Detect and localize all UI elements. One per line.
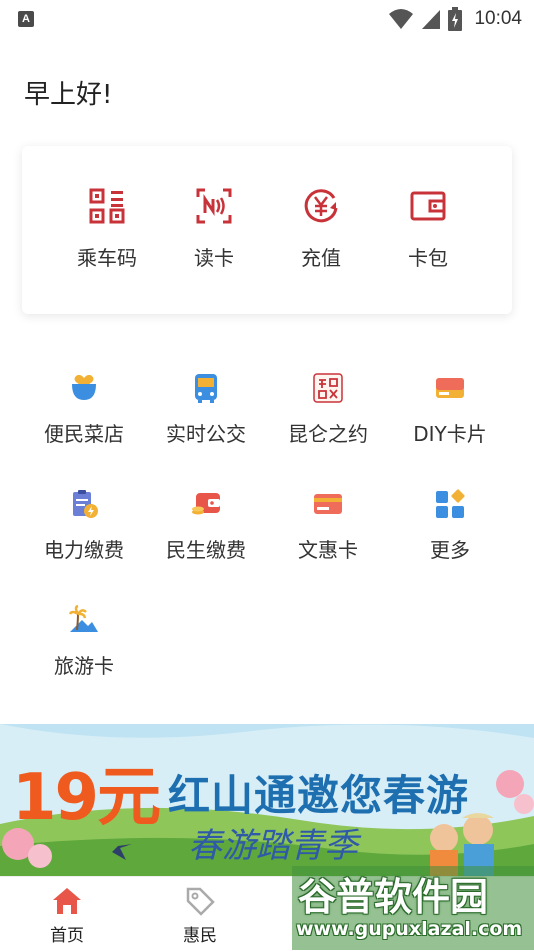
service-more[interactable]: 更多 xyxy=(390,488,510,598)
yuan-recharge-icon xyxy=(304,189,338,223)
service-label: 便民菜店 xyxy=(44,422,124,446)
service-diy-card[interactable]: DIY卡片 xyxy=(390,372,510,482)
quick-action-label: 充值 xyxy=(301,246,341,270)
notification-icon: A xyxy=(18,11,34,27)
service-realtime-bus[interactable]: 实时公交 xyxy=(146,372,266,482)
clock: 10:04 xyxy=(474,8,522,29)
more-grid-icon xyxy=(436,489,465,518)
wallet-icon xyxy=(410,191,446,221)
heart-basket-icon xyxy=(72,374,96,400)
quick-action-label: 乘车码 xyxy=(77,246,137,270)
banner-price-text: 19元 xyxy=(12,761,161,835)
quick-action-read-card[interactable]: 读卡 xyxy=(159,146,269,314)
service-label: 旅游卡 xyxy=(54,654,114,678)
service-label: 昆仑之约 xyxy=(288,422,368,446)
wallet-coins-icon xyxy=(192,493,220,515)
tab-label: 惠民 xyxy=(183,926,217,946)
service-kunlun[interactable]: 昆仑之约 xyxy=(268,372,388,482)
wifi-icon xyxy=(389,9,414,29)
status-indicators: 10:04 xyxy=(388,6,522,32)
tab-home[interactable]: 首页 xyxy=(12,877,122,951)
quick-action-ride-code[interactable]: 乘车码 xyxy=(52,146,162,314)
signal-icon xyxy=(422,10,441,29)
service-livelihood-payment[interactable]: 民生缴费 xyxy=(146,488,266,598)
service-electric-bill[interactable]: 电力缴费 xyxy=(24,488,144,598)
banner-title: 红山通邀您春游 xyxy=(168,771,470,820)
service-travel-card[interactable]: 旅游卡 xyxy=(24,604,144,714)
quick-actions-card: 乘车码 读卡 充值 卡包 xyxy=(22,146,512,314)
quick-action-label: 卡包 xyxy=(408,246,448,270)
service-culture-card[interactable]: 文惠卡 xyxy=(268,488,388,598)
qr-code-icon xyxy=(89,188,125,224)
service-label: 实时公交 xyxy=(166,422,246,446)
nfc-icon xyxy=(196,188,232,224)
tab-benefits[interactable]: 惠民 xyxy=(145,877,255,951)
service-label: 文惠卡 xyxy=(298,538,358,562)
status-bar: A 10:04 xyxy=(0,0,534,38)
quick-action-card-wallet[interactable]: 卡包 xyxy=(373,146,483,314)
travel-palm-icon xyxy=(68,604,98,632)
bus-icon xyxy=(195,374,217,403)
tab-label: 首页 xyxy=(50,926,84,946)
electric-bill-icon xyxy=(73,490,98,518)
card-icon xyxy=(436,378,464,398)
watermark-title: 谷普软件园 xyxy=(298,875,489,919)
service-label: 更多 xyxy=(430,538,470,562)
service-label: DIY卡片 xyxy=(413,422,487,446)
culture-card-icon xyxy=(314,494,342,514)
watermark-url: www.gupuxlazal.com xyxy=(296,918,523,940)
service-label: 电力缴费 xyxy=(44,538,124,562)
promo-banner[interactable]: 19元 红山通邀您春游 春游踏青季 xyxy=(0,724,534,876)
greeting-text: 早上好! xyxy=(24,80,113,110)
quick-action-recharge[interactable]: 充值 xyxy=(266,146,376,314)
seal-stamp-icon xyxy=(313,373,343,403)
watermark: 谷普软件园 www.gupuxlazal.com xyxy=(292,866,534,950)
quick-action-label: 读卡 xyxy=(194,246,234,270)
service-label: 民生缴费 xyxy=(166,538,246,562)
home-icon xyxy=(53,888,81,914)
battery-icon xyxy=(448,7,463,31)
tag-icon xyxy=(186,887,215,916)
service-convenience-store[interactable]: 便民菜店 xyxy=(24,372,144,482)
banner-subtitle: 春游踏青季 xyxy=(188,826,358,866)
